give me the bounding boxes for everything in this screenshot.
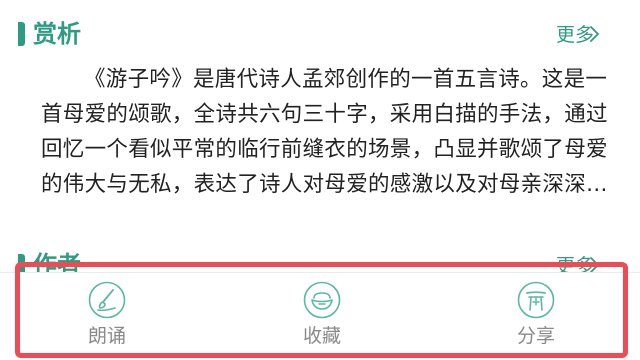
chevron-right-icon[interactable]	[586, 26, 602, 42]
chevron-right-icon[interactable]	[586, 257, 602, 273]
share-label: 分享	[516, 325, 555, 347]
section-accent-bar	[18, 22, 25, 46]
appreciation-paragraph: 《游子吟》是唐代诗人孟郊创作的一首五言诗。这是一首母爱的颂歌，全诗共六句三十字，…	[41, 67, 608, 197]
collect-button[interactable]: 收藏	[277, 281, 367, 359]
recite-button[interactable]: 朗诵	[62, 281, 152, 359]
appreciation-title: 赏析	[33, 20, 81, 48]
share-icon	[517, 281, 555, 319]
brush-icon	[88, 281, 126, 319]
bottom-toolbar: 朗诵 收藏 分享	[0, 272, 640, 360]
collect-label: 收藏	[302, 325, 341, 347]
appreciation-header: 赏析 更多	[0, 18, 640, 52]
poem-detail-screen: 赏析 更多 《游子吟》是唐代诗人孟郊创作的一首五言诗。这是一首母爱的颂歌，全诗共…	[0, 0, 640, 360]
share-button[interactable]: 分享	[491, 281, 581, 359]
recite-label: 朗诵	[87, 325, 126, 347]
collect-icon	[303, 281, 341, 319]
